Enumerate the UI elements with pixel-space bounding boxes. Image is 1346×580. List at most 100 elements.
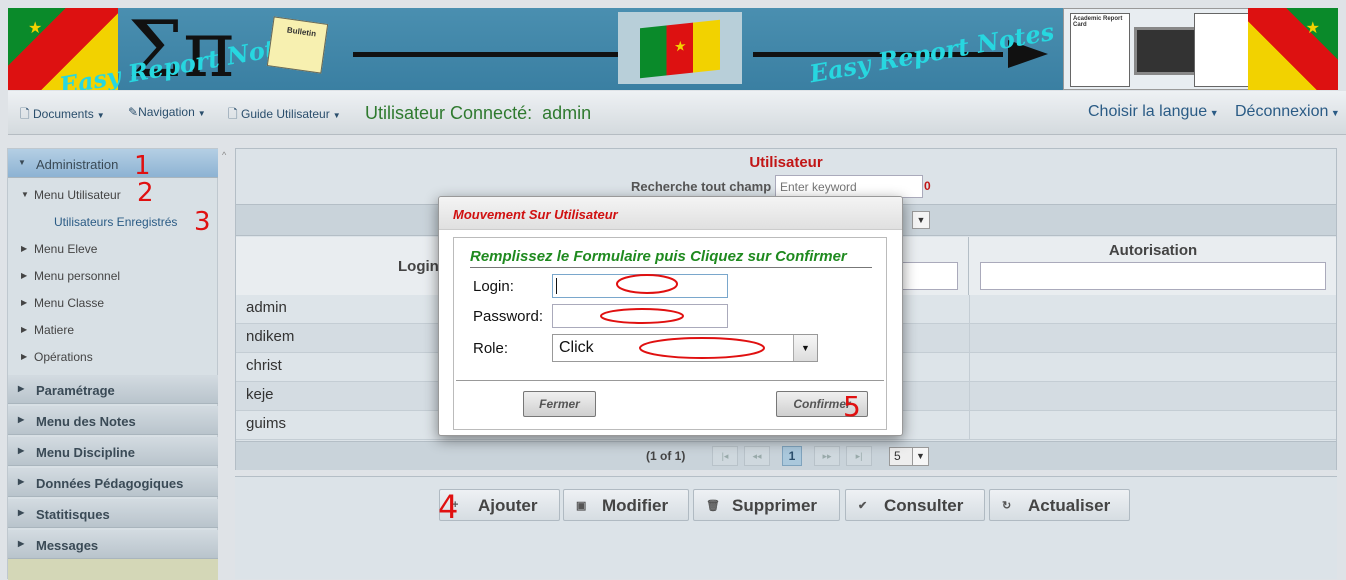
sidebar-section-discipline[interactable]: ▶ Menu Discipline bbox=[8, 437, 218, 466]
triangle-right-icon: ▶ bbox=[21, 352, 28, 361]
dialog-header[interactable]: Mouvement Sur Utilisateur bbox=[439, 197, 902, 230]
page-size-select[interactable]: 5 ▼ bbox=[889, 447, 929, 466]
last-page-icon[interactable]: ▸| bbox=[846, 446, 872, 466]
caret-down-icon: ▼ bbox=[332, 111, 341, 120]
top-navbar: 🗋 Documents ▼ ✎Navigation ▼ 🗋 Guide Utilis… bbox=[8, 91, 1346, 135]
edit-button[interactable]: ▣ Modifier bbox=[563, 489, 689, 521]
menu-guide[interactable]: 🗋 Guide Utilisateur ▼ bbox=[228, 105, 341, 126]
bulletin-icon: Bulletin bbox=[266, 16, 329, 74]
role-select-value: Click bbox=[559, 339, 594, 356]
menu-logout-label: Déconnexion bbox=[1235, 103, 1329, 120]
sidebar-section-statistiques[interactable]: ▶ Statitisques bbox=[8, 499, 218, 528]
sidebar-item-label: Matiere bbox=[34, 323, 75, 337]
menu-language-label: Choisir la langue bbox=[1088, 103, 1208, 120]
menu-logout[interactable]: Déconnexion ▼ bbox=[1235, 103, 1340, 121]
column-header-autorisation[interactable]: Autorisation bbox=[970, 237, 1336, 297]
delete-button-label: Supprimer bbox=[732, 496, 818, 515]
page-current[interactable]: 1 bbox=[782, 446, 802, 466]
paginator: (1 of 1) |◂ ◂◂ 1 ▸▸ ▸| 5 ▼ bbox=[236, 441, 1336, 470]
sidebar-section-messages[interactable]: ▶ Messages bbox=[8, 530, 218, 559]
delete-button[interactable]: 🗑 Supprimer bbox=[693, 489, 840, 521]
refresh-button[interactable]: ↻ Actualiser bbox=[989, 489, 1130, 521]
menu-navigation[interactable]: ✎Navigation ▼ bbox=[128, 105, 206, 119]
sidebar-item-menu-classe[interactable]: ▶ Menu Classe bbox=[21, 296, 105, 310]
save-icon: ▣ bbox=[576, 500, 587, 512]
triangle-right-icon: ▶ bbox=[21, 325, 28, 334]
sidebar-section-label: Paramétrage bbox=[36, 383, 115, 398]
sidebar-item-menu-personnel[interactable]: ▶ Menu personnel bbox=[21, 269, 121, 283]
row-login: keje bbox=[246, 386, 274, 403]
chevron-down-icon[interactable]: ▼ bbox=[912, 211, 930, 229]
triangle-right-icon: ▶ bbox=[18, 384, 25, 393]
sidebar-footer bbox=[8, 559, 218, 580]
search-label: Recherche tout champ bbox=[631, 179, 772, 194]
dialog-form: Remplissez le Formulaire puis Cliquez su… bbox=[453, 237, 887, 430]
confirm-button[interactable]: Confirmer bbox=[776, 391, 868, 417]
row-login: admin bbox=[246, 299, 287, 316]
triangle-right-icon: ▶ bbox=[18, 508, 25, 517]
search-input[interactable] bbox=[775, 175, 923, 198]
triangle-right-icon: ▶ bbox=[21, 244, 28, 253]
next-page-icon[interactable]: ▸▸ bbox=[814, 446, 840, 466]
menu-language[interactable]: Choisir la langue ▼ bbox=[1088, 103, 1219, 121]
page-size-value: 5 bbox=[894, 449, 901, 463]
sidebar-item-utilisateurs-enregistres[interactable]: Utilisateurs Enregistrés bbox=[54, 215, 177, 229]
connected-user-label: Utilisateur Connecté: bbox=[365, 103, 533, 123]
caret-down-icon: ▼ bbox=[197, 109, 206, 118]
add-button[interactable]: + Ajouter bbox=[439, 489, 560, 521]
sidebar-section-label: Administration bbox=[36, 157, 119, 172]
login-input[interactable] bbox=[552, 274, 728, 298]
login-label: Login: bbox=[473, 278, 514, 295]
password-input[interactable] bbox=[552, 304, 728, 328]
triangle-right-icon: ▶ bbox=[18, 477, 25, 486]
row-login: christ bbox=[246, 357, 282, 374]
sidebar-section-notes[interactable]: ▶ Menu des Notes bbox=[8, 406, 218, 435]
report-card-laptop-icon: Academic Report Card bbox=[1063, 8, 1255, 90]
caret-down-icon: ▼ bbox=[1207, 108, 1219, 118]
row-divider bbox=[969, 411, 970, 440]
pencil-icon: ✎ bbox=[128, 105, 139, 119]
refresh-button-label: Actualiser bbox=[1028, 496, 1111, 515]
sidebar-item-label: Menu Classe bbox=[34, 296, 105, 310]
cameroon-flag-center: ★ bbox=[618, 12, 742, 84]
password-label: Password: bbox=[473, 308, 544, 325]
triangle-right-icon: ▶ bbox=[21, 298, 28, 307]
triangle-right-icon: ▶ bbox=[18, 539, 25, 548]
banner-arrow-line bbox=[353, 52, 623, 57]
cameroon-flag-right: ★ bbox=[1248, 8, 1338, 90]
close-button[interactable]: Fermer bbox=[523, 391, 596, 417]
form-title: Remplissez le Formulaire puis Cliquez su… bbox=[470, 248, 872, 268]
role-select[interactable]: Click ▼ bbox=[552, 334, 818, 362]
sidebar-item-menu-eleve[interactable]: ▶ Menu Eleve bbox=[21, 242, 97, 256]
sidebar-section-label: Menu Discipline bbox=[36, 445, 135, 460]
triangle-down-icon: ▼ bbox=[18, 158, 26, 167]
sidebar-section-donnees-pedagogiques[interactable]: ▶ Données Pédagogiques bbox=[8, 468, 218, 497]
text-cursor bbox=[556, 278, 557, 294]
sidebar-item-menu-utilisateur[interactable]: ▼ Menu Utilisateur bbox=[21, 188, 121, 202]
document-icon: 🗋 bbox=[20, 107, 30, 121]
first-page-icon[interactable]: |◂ bbox=[712, 446, 738, 466]
autorisation-filter-input[interactable] bbox=[980, 262, 1326, 290]
sidebar-section-label: Menu des Notes bbox=[36, 414, 136, 429]
view-button[interactable]: ✔ Consulter bbox=[845, 489, 985, 521]
sidebar-item-label: Opérations bbox=[34, 350, 93, 364]
action-bar: + Ajouter ▣ Modifier 🗑 Supprimer ✔ Consulter… bbox=[235, 476, 1337, 579]
sidebar-section-administration[interactable]: ▼ Administration bbox=[8, 149, 218, 178]
row-login: ndikem bbox=[246, 328, 295, 345]
sidebar-section-label: Messages bbox=[36, 538, 99, 553]
menu-documents[interactable]: 🗋 Documents ▼ bbox=[20, 105, 105, 126]
sidebar-item-operations[interactable]: ▶ Opérations bbox=[21, 350, 93, 364]
sidebar-section-label: Données Pédagogiques bbox=[36, 476, 184, 491]
scroll-up-icon[interactable]: ^ bbox=[222, 150, 226, 160]
row-login: guims bbox=[246, 415, 287, 432]
triangle-right-icon: ▶ bbox=[18, 446, 25, 455]
sidebar-item-matiere[interactable]: ▶ Matiere bbox=[21, 323, 75, 337]
column-header-label: Autorisation bbox=[1108, 242, 1198, 259]
column-header-label: Login bbox=[398, 258, 439, 275]
sidebar-section-parametrage[interactable]: ▶ Paramétrage bbox=[8, 375, 218, 404]
document-icon: 🗋 bbox=[228, 107, 238, 121]
refresh-icon: ↻ bbox=[1002, 500, 1012, 512]
prev-page-icon[interactable]: ◂◂ bbox=[744, 446, 770, 466]
user-dialog: Mouvement Sur Utilisateur Remplissez le … bbox=[438, 196, 903, 436]
sidebar-item-label: Menu personnel bbox=[34, 269, 121, 283]
